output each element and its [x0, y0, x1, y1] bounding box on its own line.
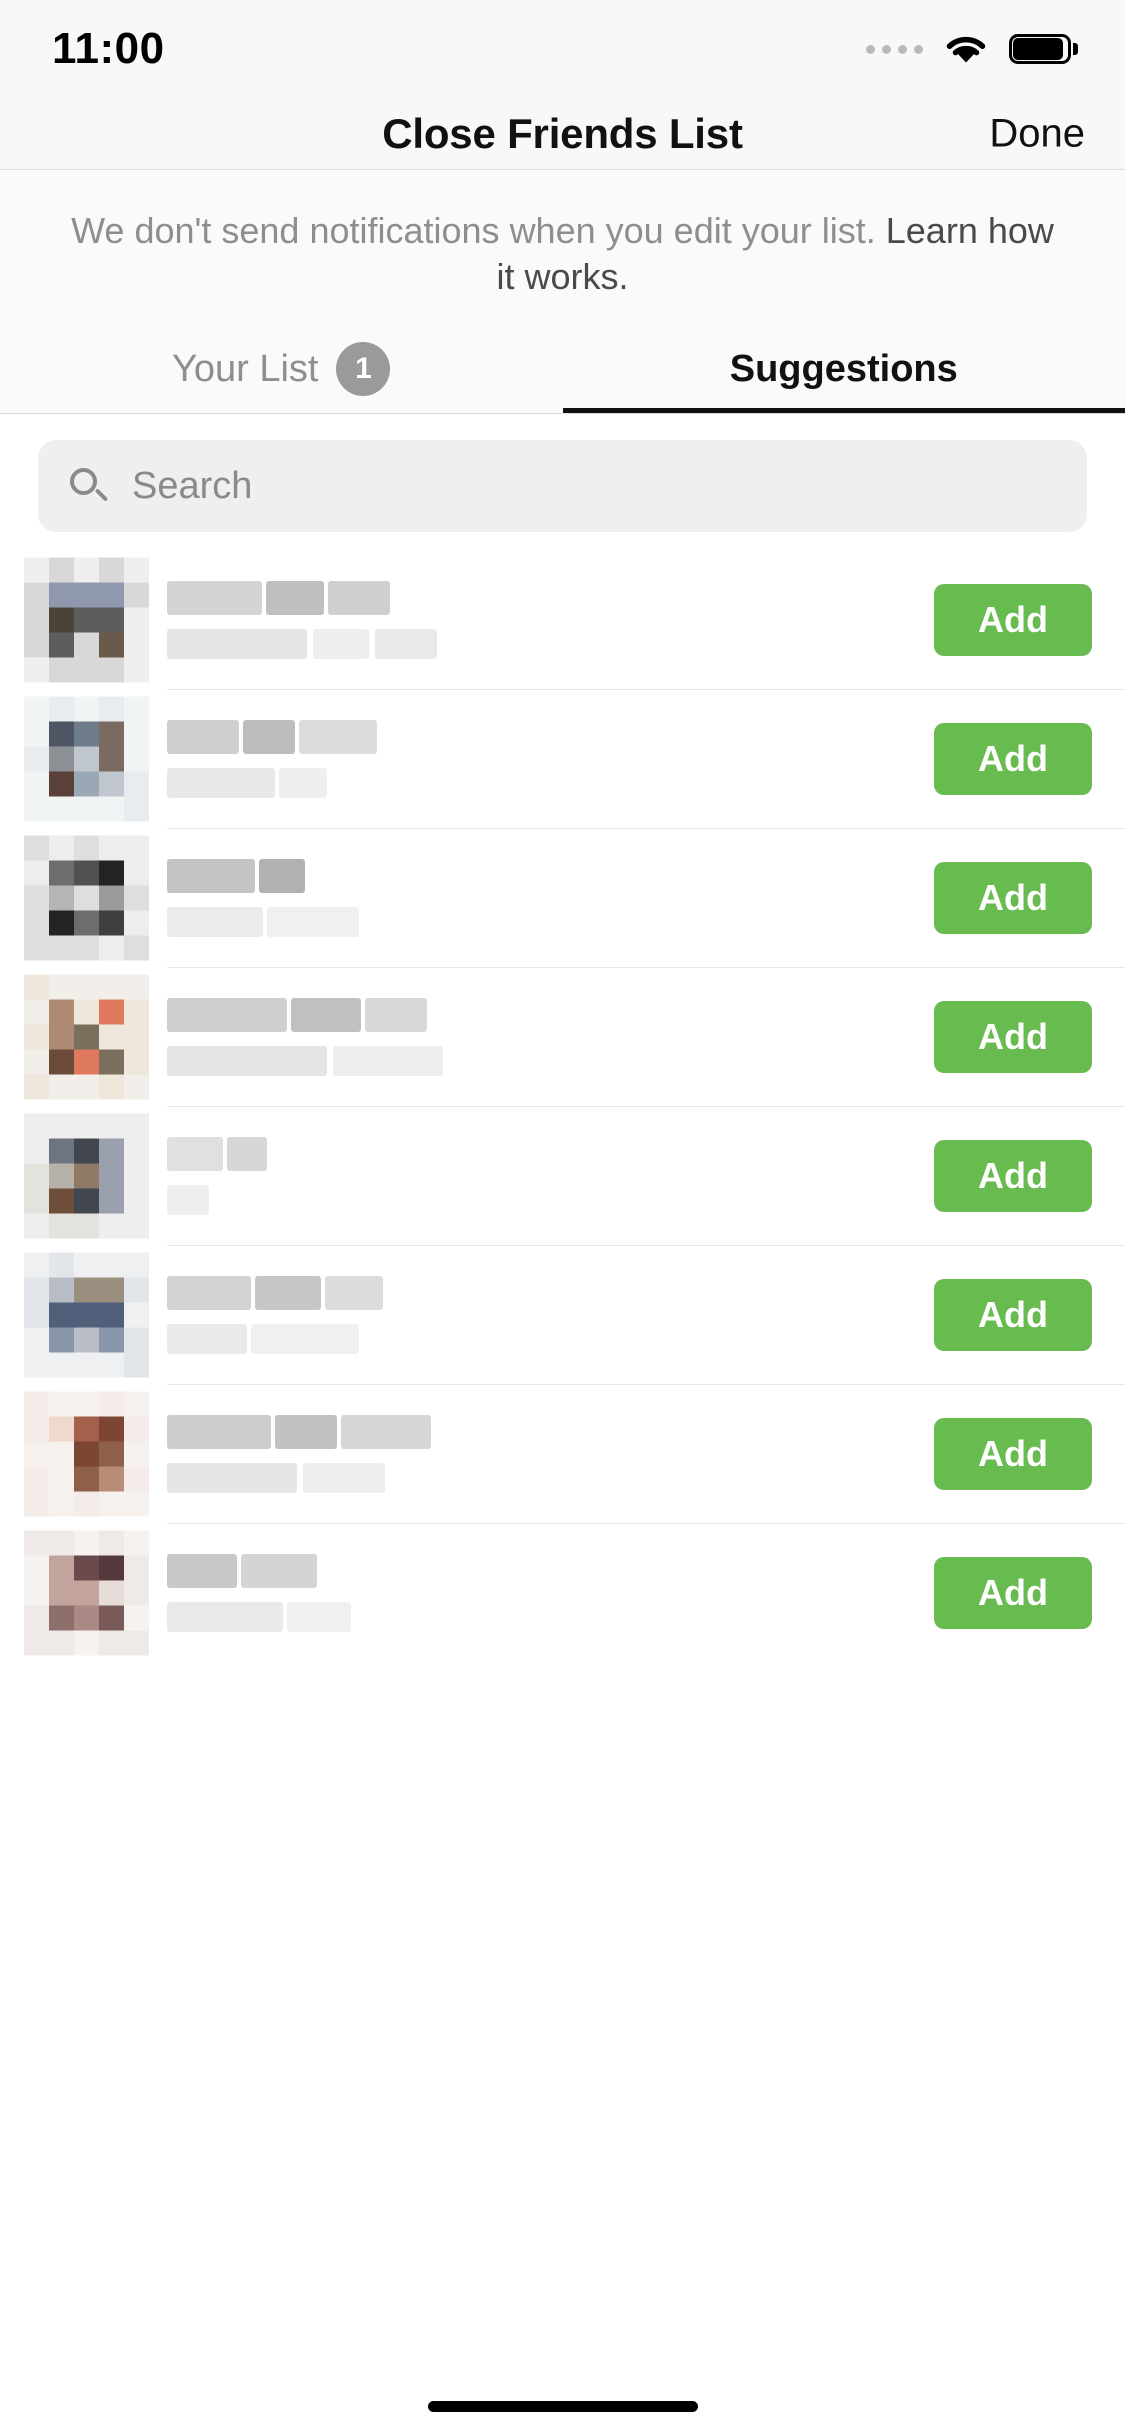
tab-your-list[interactable]: Your List 1: [0, 325, 563, 413]
suggestion-row[interactable]: Add: [0, 1384, 1125, 1523]
redacted-name: [167, 858, 587, 893]
add-button[interactable]: Add: [934, 1556, 1092, 1629]
navigation-bar: Close Friends List Done: [0, 98, 1125, 170]
row-divider: [167, 1245, 1125, 1247]
row-text: [167, 1553, 587, 1632]
avatar[interactable]: [24, 974, 149, 1100]
row-divider: [167, 1384, 1125, 1386]
notice-text: We don't send notifications when you edi…: [71, 210, 886, 251]
avatar[interactable]: [24, 835, 149, 961]
row-divider: [167, 1106, 1125, 1108]
redacted-name: [167, 1136, 587, 1171]
row-divider: [167, 828, 1125, 830]
add-button[interactable]: Add: [934, 1139, 1092, 1212]
row-text: [167, 580, 587, 659]
row-text: [167, 1136, 587, 1215]
add-button[interactable]: Add: [934, 722, 1092, 795]
suggestion-row[interactable]: Add: [0, 550, 1125, 689]
row-divider: [167, 967, 1125, 969]
search-icon: [68, 466, 109, 506]
redacted-name: [167, 580, 587, 615]
tab-your-list-badge: 1: [336, 342, 391, 397]
add-button[interactable]: Add: [934, 1278, 1092, 1351]
redacted-username: [167, 1601, 587, 1632]
notice-banner: We don't send notifications when you edi…: [0, 170, 1125, 326]
redacted-name: [167, 997, 587, 1032]
redacted-name: [167, 1275, 587, 1310]
status-bar: 11:00: [0, 0, 1125, 98]
suggestion-row[interactable]: Add: [0, 1106, 1125, 1245]
suggestion-row[interactable]: Add: [0, 689, 1125, 828]
redacted-username: [167, 1462, 587, 1493]
suggestions-list: Add Add Add Add Add Add Add Add: [0, 550, 1125, 1663]
app-screen: 11:00 Close Friends List Done We don't s…: [0, 0, 1125, 2436]
add-button[interactable]: Add: [934, 1417, 1092, 1490]
suggestion-row[interactable]: Add: [0, 1523, 1125, 1662]
row-text: [167, 1275, 587, 1354]
signal-dots-icon: [866, 44, 923, 54]
redacted-name: [167, 1553, 587, 1588]
avatar[interactable]: [24, 557, 149, 683]
row-text: [167, 1414, 587, 1493]
add-button[interactable]: Add: [934, 861, 1092, 934]
wifi-icon: [943, 32, 989, 66]
avatar[interactable]: [24, 696, 149, 822]
done-button[interactable]: Done: [989, 111, 1085, 156]
row-text: [167, 997, 587, 1076]
tab-suggestions[interactable]: Suggestions: [562, 325, 1125, 414]
redacted-name: [167, 1414, 587, 1449]
redacted-name: [167, 719, 587, 754]
status-indicators: [866, 32, 1078, 66]
row-divider: [167, 689, 1125, 691]
redacted-username: [167, 1045, 587, 1076]
home-indicator: [427, 2401, 698, 2412]
search-container: Search: [0, 414, 1125, 551]
tab-your-list-label: Your List: [172, 347, 319, 390]
tab-suggestions-label: Suggestions: [729, 347, 958, 390]
suggestion-row[interactable]: Add: [0, 828, 1125, 967]
redacted-username: [167, 767, 587, 798]
tab-bar: Your List 1 Suggestions: [0, 325, 1125, 414]
avatar[interactable]: [24, 1113, 149, 1239]
redacted-username: [167, 906, 587, 937]
battery-full-icon: [1009, 34, 1078, 64]
row-text: [167, 858, 587, 937]
redacted-username: [167, 1323, 587, 1354]
add-button[interactable]: Add: [934, 1000, 1092, 1073]
redacted-username: [167, 1184, 587, 1215]
add-button[interactable]: Add: [934, 583, 1092, 656]
search-input[interactable]: Search: [38, 440, 1087, 533]
suggestion-row[interactable]: Add: [0, 967, 1125, 1106]
avatar[interactable]: [24, 1391, 149, 1517]
avatar[interactable]: [24, 1252, 149, 1378]
row-text: [167, 719, 587, 798]
search-placeholder: Search: [132, 464, 253, 507]
redacted-username: [167, 628, 587, 659]
status-time: 11:00: [52, 24, 165, 73]
row-divider: [167, 1523, 1125, 1525]
suggestion-row[interactable]: Add: [0, 1245, 1125, 1384]
avatar[interactable]: [24, 1530, 149, 1656]
page-title: Close Friends List: [382, 109, 743, 157]
